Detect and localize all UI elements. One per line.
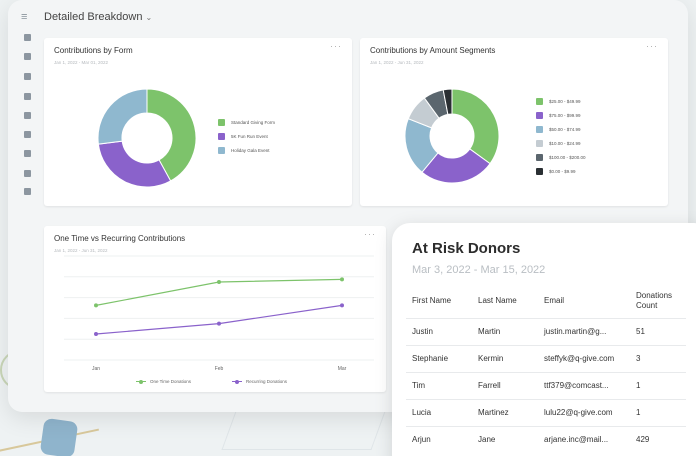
header-donations-count[interactable]: Donations Count (630, 285, 686, 318)
x-tick-label: Feb (215, 366, 224, 372)
legend-item[interactable]: $75.00 - $99.99 (536, 112, 581, 119)
legend-label: Standard Giving Form (231, 120, 276, 125)
legend-swatch (536, 112, 543, 119)
legend-item[interactable]: $10.00 - $24.99 (536, 140, 581, 147)
data-point[interactable] (217, 321, 221, 326)
donut-slice[interactable] (97, 140, 172, 188)
legend-line (232, 379, 242, 384)
legend-label: $25.00 - $49.99 (549, 99, 581, 104)
donut-slice[interactable] (451, 88, 500, 165)
email-cell: lulu22@q-give.com (538, 398, 630, 426)
legend-label: $0.00 - $9.99 (549, 169, 576, 174)
last-name-cell: Kermin (472, 344, 538, 372)
legend-swatch (536, 168, 543, 175)
contributions-by-form-card: Contributions by Form Jan 1, 2022 - Mar … (44, 38, 352, 206)
header-last-name[interactable]: Last Name (472, 285, 538, 318)
legend-label: $100.00 - $200.00 (549, 155, 586, 160)
data-point[interactable] (94, 332, 98, 336)
last-name-cell: Jane (472, 425, 538, 453)
page-title[interactable]: Detailed Breakdown ⌄ (44, 11, 152, 23)
last-name-cell: Martinez (472, 398, 538, 426)
chevron-down-icon: ⌄ (145, 13, 153, 22)
sidebar-icon[interactable] (24, 188, 31, 195)
sidebar-icon[interactable] (24, 93, 31, 100)
table-header-row: First Name Last Name Email Donations Cou… (406, 285, 686, 318)
first-name-cell: Lucia (406, 398, 472, 426)
legend-label: $50.00 - $74.99 (549, 127, 581, 132)
panel-title: At Risk Donors (412, 240, 521, 257)
data-point[interactable] (340, 277, 344, 282)
email-cell: steffyk@q-give.com (538, 344, 630, 372)
data-point[interactable] (94, 303, 98, 308)
legend-swatch (536, 140, 543, 147)
first-name-cell: Stephanie (406, 344, 472, 372)
header-email[interactable]: Email (538, 285, 630, 318)
series-line[interactable] (95, 304, 343, 335)
legend-item[interactable]: $50.00 - $74.99 (536, 126, 581, 133)
sidebar-icon[interactable] (24, 150, 31, 157)
count-cell: 3 (630, 344, 686, 372)
table-row[interactable]: Tim Farrell ttf379@comcast... 1 (406, 371, 686, 399)
first-name-cell: Arjun (406, 425, 472, 453)
legend-label: Holiday Gala Event (231, 148, 270, 153)
segments-donut-chart (404, 88, 500, 184)
sidebar-icon[interactable] (24, 170, 31, 177)
legend-swatch (218, 133, 225, 140)
sidebar-icon[interactable] (24, 131, 31, 138)
first-name-cell: Tim (406, 371, 472, 399)
sidebar-icon[interactable] (24, 112, 31, 119)
donut-slice[interactable] (97, 88, 148, 145)
x-tick-label: Mar (338, 366, 347, 372)
data-point[interactable] (217, 280, 221, 284)
form-donut-chart (97, 88, 197, 188)
legend-item[interactable]: 5K Fun Run Event (218, 133, 268, 140)
legend-item[interactable]: $25.00 - $49.99 (536, 98, 581, 105)
legend-label: One Time Donations (150, 379, 192, 384)
legend-item[interactable]: Standard Giving Form (218, 119, 275, 126)
count-cell: 429 (630, 425, 686, 453)
legend-swatch (218, 119, 225, 126)
legend-label: $75.00 - $99.99 (549, 113, 581, 118)
table-row[interactable]: Lucia Martinez lulu22@q-give.com 1 (406, 398, 686, 426)
first-name-cell: Justin (406, 317, 472, 345)
recurring-contributions-card: One Time vs Recurring Contributions Jan … (44, 226, 386, 392)
table-row[interactable]: Stephanie Kermin steffyk@q-give.com 3 (406, 344, 686, 372)
legend-item[interactable]: $0.00 - $9.99 (536, 168, 576, 175)
amount-segments-card: Contributions by Amount Segments Jan 1, … (360, 38, 668, 206)
table-row[interactable]: Arjun Jane arjane.inc@mail... 429 (406, 425, 686, 453)
at-risk-donors-panel: At Risk Donors Mar 3, 2022 - Mar 15, 202… (392, 223, 696, 456)
line-chart: Jan Feb Mar (64, 255, 374, 372)
x-tick-label: Jan (92, 366, 100, 372)
legend-item[interactable]: One Time Donations (136, 379, 191, 384)
sidebar-icon[interactable] (24, 73, 31, 80)
legend-item[interactable]: Holiday Gala Event (218, 147, 270, 154)
legend-swatch (536, 154, 543, 161)
background-shape (39, 417, 79, 456)
legend-swatch (218, 147, 225, 154)
last-name-cell: Martin (472, 317, 538, 345)
count-cell: 1 (630, 371, 686, 399)
legend-item[interactable]: Recurring Donations (232, 379, 287, 384)
data-point[interactable] (340, 303, 344, 308)
email-cell: arjane.inc@mail... (538, 425, 630, 453)
last-name-cell: Farrell (472, 371, 538, 399)
date-range: Mar 3, 2022 - Mar 15, 2022 (412, 264, 546, 276)
table-row[interactable]: Justin Martin justin.martin@g... 51 (406, 317, 686, 345)
menu-icon[interactable]: ≡ (21, 12, 31, 23)
legend-swatch (536, 98, 543, 105)
count-cell: 51 (630, 317, 686, 345)
sidebar-icon[interactable] (24, 53, 31, 60)
email-cell: justin.martin@g... (538, 317, 630, 345)
email-cell: ttf379@comcast... (538, 371, 630, 399)
legend-item[interactable]: $100.00 - $200.00 (536, 154, 586, 161)
count-cell: 1 (630, 398, 686, 426)
legend-line (136, 379, 146, 384)
donors-table: First Name Last Name Email Donations Cou… (406, 285, 686, 453)
sidebar-icon[interactable] (24, 34, 31, 41)
legend-label: Recurring Donations (246, 379, 288, 384)
header-first-name[interactable]: First Name (406, 285, 472, 318)
legend-swatch (536, 126, 543, 133)
legend-label: $10.00 - $24.99 (549, 141, 581, 146)
legend-label: 5K Fun Run Event (231, 134, 268, 139)
